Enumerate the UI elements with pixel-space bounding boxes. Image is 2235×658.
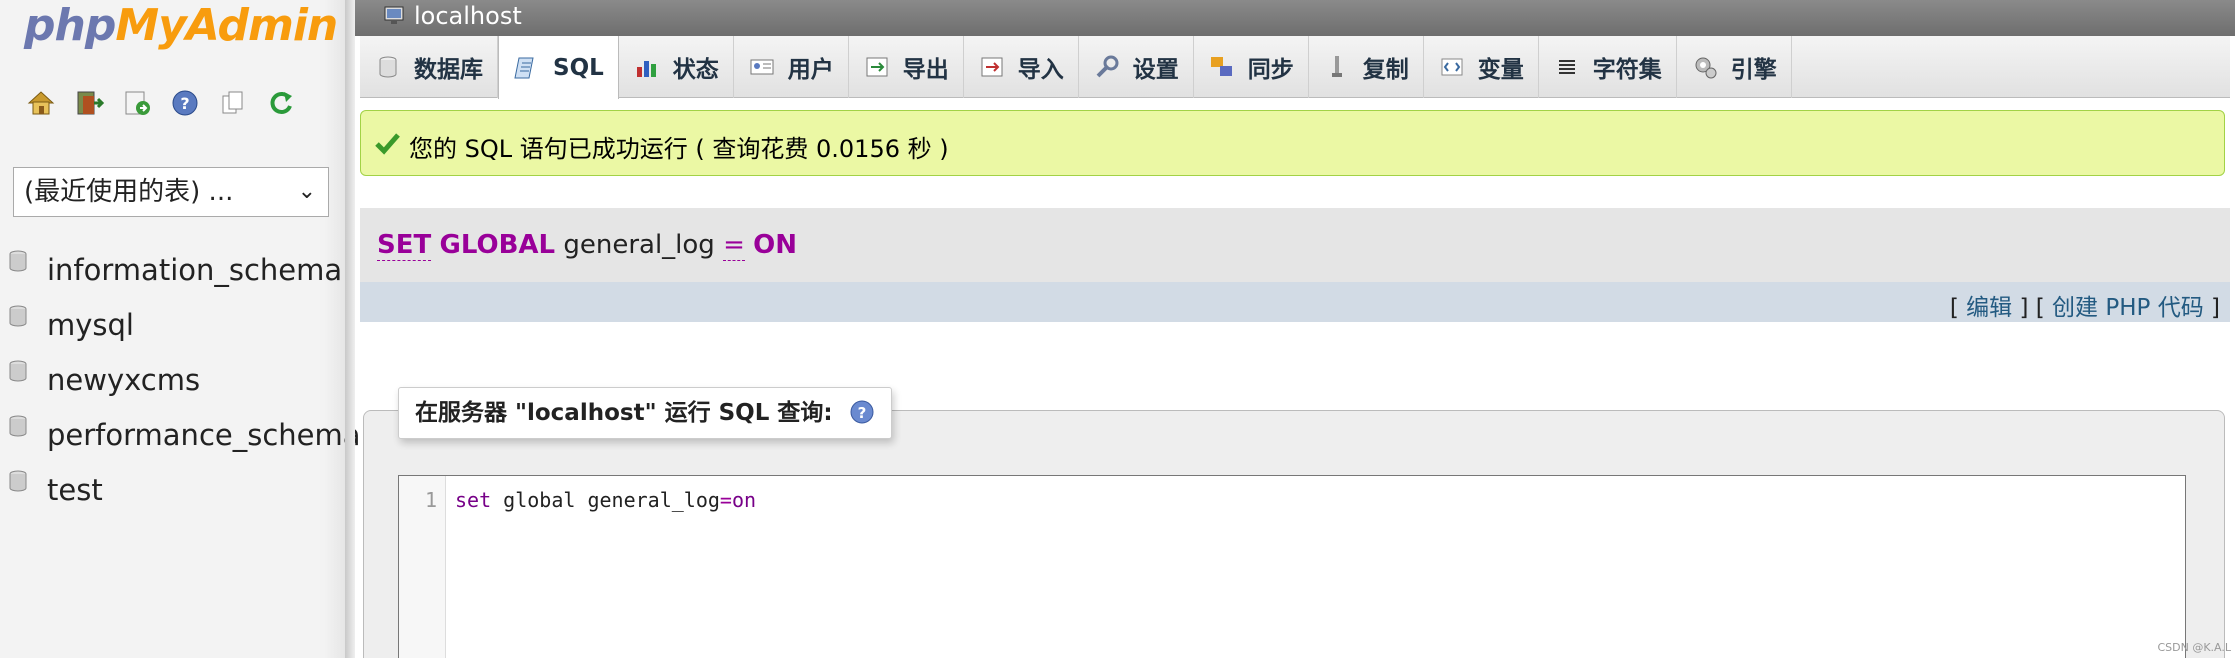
sql-query-icon[interactable] — [122, 88, 152, 118]
check-icon — [373, 129, 401, 157]
edit-link[interactable]: 编辑 — [1966, 295, 2012, 321]
tab-users[interactable]: 用户 — [734, 36, 849, 98]
tab-sync[interactable]: 同步 — [1194, 36, 1309, 98]
help-icon[interactable]: ? — [849, 393, 875, 424]
sql-keyword-set[interactable]: SET — [377, 230, 432, 261]
database-icon — [8, 249, 28, 273]
exit-icon[interactable] — [74, 88, 105, 118]
database-item-test[interactable]: test — [0, 465, 345, 520]
line-number: 1 — [424, 488, 437, 512]
sql-identifier: general_log — [563, 230, 715, 260]
success-text: 您的 SQL 语句已成功运行 ( 查询花费 0.0156 秒 ) — [409, 135, 949, 163]
success-message: 您的 SQL 语句已成功运行 ( 查询花费 0.0156 秒 ) — [360, 110, 2225, 176]
database-icon — [374, 53, 402, 81]
watermark: CSDN @K.A.L — [2157, 641, 2231, 654]
svg-text:?: ? — [180, 94, 189, 113]
import-icon — [978, 53, 1006, 81]
wrench-icon — [1093, 53, 1121, 81]
database-item-performance-schema[interactable]: performance_schema — [0, 410, 361, 465]
editor-code-line[interactable]: set global general_log=on — [455, 488, 756, 512]
database-list: information_schema mysql newyxcms perfor… — [0, 245, 361, 520]
sql-operator: = — [723, 230, 745, 261]
top-menu-tabs: 数据库 SQL 状态 用户 导出 导入 设置 同步 复制 变量 字符集 引擎 — [360, 36, 2230, 99]
users-icon — [748, 53, 776, 81]
database-item-mysql[interactable]: mysql — [0, 300, 345, 355]
nav-icon-bar: ? — [26, 88, 296, 118]
executed-sql: SET GLOBAL general_log = ON — [360, 208, 2230, 282]
sql-icon — [513, 54, 541, 82]
replication-icon — [1323, 53, 1351, 81]
tab-export[interactable]: 导出 — [849, 36, 964, 98]
copy-icon[interactable] — [218, 88, 248, 118]
query-legend: 在服务器 "localhost" 运行 SQL 查询: ? — [398, 387, 892, 439]
sql-value: ON — [753, 230, 798, 260]
main-panel: localhost 数据库 SQL 状态 用户 导出 导入 设置 同步 复制 变… — [355, 0, 2235, 658]
chevron-down-icon: ⌄ — [297, 179, 316, 204]
tab-settings[interactable]: 设置 — [1079, 36, 1194, 98]
engines-icon — [1691, 53, 1719, 81]
database-item-information-schema[interactable]: information_schema — [0, 245, 345, 300]
tab-charset[interactable]: 字符集 — [1539, 36, 1677, 98]
sql-actions: [ 编辑 ] [ 创建 PHP 代码 ] — [360, 282, 2230, 322]
tab-replication[interactable]: 复制 — [1309, 36, 1424, 98]
variables-icon — [1438, 53, 1466, 81]
refresh-icon[interactable] — [266, 88, 296, 118]
navigation-panel: phpMyAdmin ? (最近使用的表) ... ⌄ information_… — [0, 0, 361, 658]
tab-engines[interactable]: 引擎 — [1677, 36, 1792, 98]
tab-status[interactable]: 状态 — [619, 36, 734, 98]
home-icon[interactable] — [26, 88, 56, 118]
executed-sql-text: SET GLOBAL general_log = ON — [377, 230, 798, 261]
database-icon — [8, 359, 28, 383]
breadcrumb-server-link[interactable]: localhost — [414, 2, 522, 30]
tab-variables[interactable]: 变量 — [1424, 36, 1539, 98]
sync-icon — [1208, 53, 1236, 81]
charset-icon — [1553, 53, 1581, 81]
server-icon — [383, 4, 407, 28]
create-php-code-link[interactable]: 创建 PHP 代码 — [2052, 295, 2204, 321]
export-icon — [863, 53, 891, 81]
recent-tables-select[interactable]: (最近使用的表) ... ⌄ — [13, 167, 329, 217]
docs-icon[interactable]: ? — [170, 88, 200, 118]
phpmyadmin-window: phpMyAdmin ? (最近使用的表) ... ⌄ information_… — [0, 0, 2235, 658]
tab-databases[interactable]: 数据库 — [360, 36, 498, 98]
database-icon — [8, 304, 28, 328]
recent-tables-value: (最近使用的表) ... — [24, 177, 234, 207]
svg-text:?: ? — [857, 404, 866, 422]
database-icon — [8, 414, 28, 438]
breadcrumb: localhost — [355, 0, 2235, 36]
database-icon — [8, 469, 28, 493]
tab-import[interactable]: 导入 — [964, 36, 1079, 98]
phpmyadmin-logo[interactable]: phpMyAdmin — [24, 0, 338, 51]
line-number-gutter: 1 — [399, 476, 446, 658]
status-icon — [633, 53, 661, 81]
navigation-resize-handle[interactable] — [345, 0, 355, 658]
tab-sql[interactable]: SQL — [498, 36, 619, 99]
sql-keyword-global: GLOBAL — [439, 230, 556, 260]
sql-query-editor[interactable]: 1 set global general_log=on — [398, 475, 2186, 658]
database-item-newyxcms[interactable]: newyxcms — [0, 355, 345, 410]
